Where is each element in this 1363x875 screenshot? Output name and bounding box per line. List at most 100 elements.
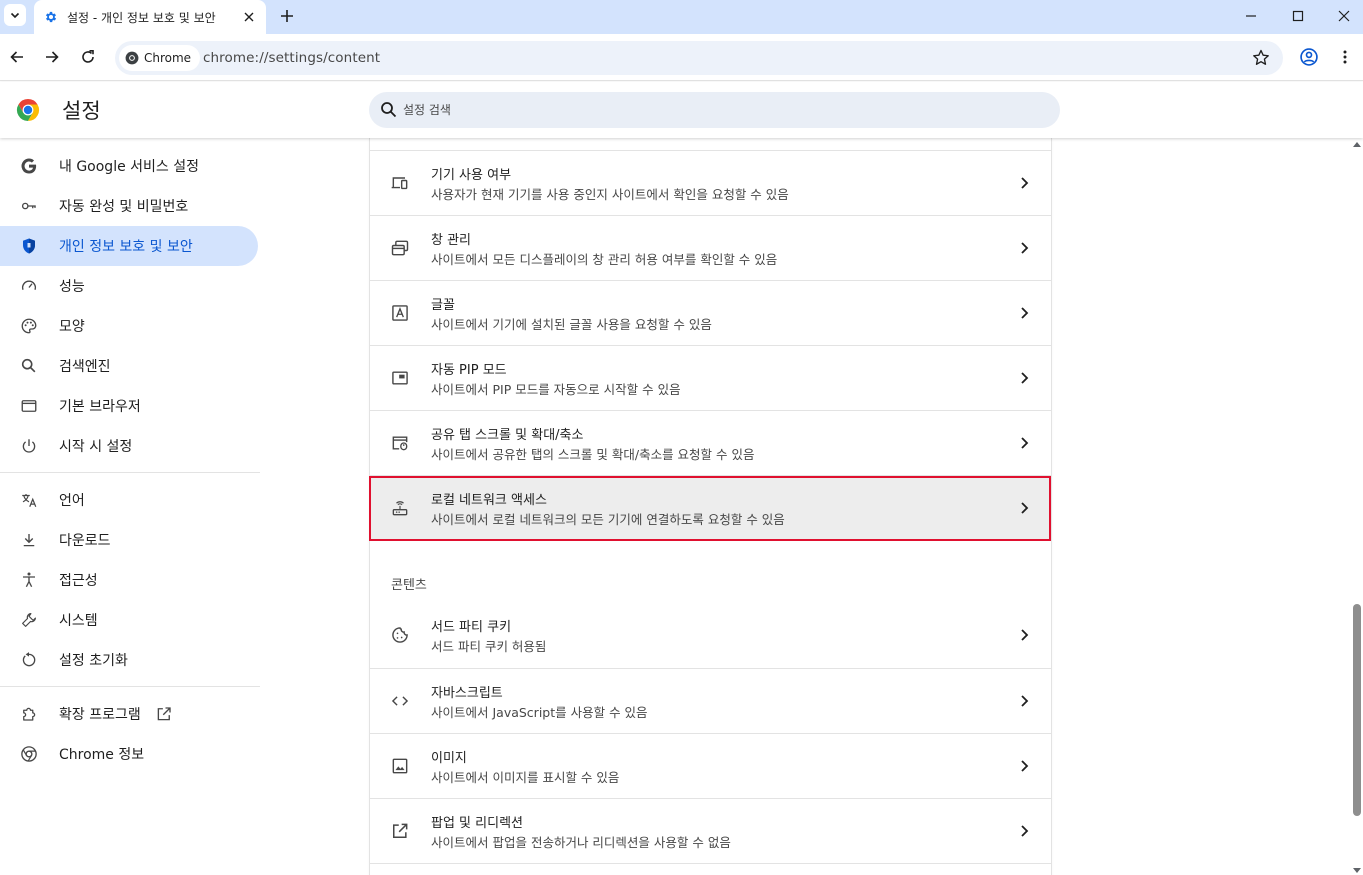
setting-row-images[interactable]: 이미지 사이트에서 이미지를 표시할 수 있음 (370, 733, 1051, 798)
picture-in-picture-icon (390, 368, 410, 388)
settings-search-input[interactable] (403, 92, 1003, 128)
site-info-chip[interactable]: Chrome (119, 45, 201, 71)
puzzle-icon (20, 705, 38, 723)
setting-row-auto-pip[interactable]: 자동 PIP 모드 사이트에서 PIP 모드를 자동으로 시작할 수 있음 (370, 345, 1051, 410)
browser-toolbar: Chrome chrome://settings/content (0, 34, 1363, 81)
reload-button[interactable] (75, 44, 101, 70)
setting-row-window-management[interactable]: 창 관리 사이트에서 모든 디스플레이의 창 관리 허용 여부를 확인할 수 있… (370, 215, 1051, 280)
window-close-button[interactable] (1321, 0, 1363, 32)
setting-row-popups-redirects[interactable]: 팝업 및 리디렉션 사이트에서 팝업을 전송하거나 리디렉션을 사용할 수 없음 (370, 798, 1051, 863)
chevron-right-icon (1014, 368, 1034, 388)
search-icon (20, 357, 38, 375)
sidebar-divider (0, 472, 260, 473)
tab-close-button[interactable] (240, 8, 258, 26)
sidebar-item-default-browser[interactable]: 기본 브라우저 (0, 386, 258, 426)
sidebar-item-accessibility[interactable]: 접근성 (0, 560, 258, 600)
setting-subtitle: 사이트에서 모든 디스플레이의 창 관리 허용 여부를 확인할 수 있음 (431, 252, 778, 267)
sidebar-item-search-engine[interactable]: 검색엔진 (0, 346, 258, 386)
sidebar-item-appearance[interactable]: 모양 (0, 306, 258, 346)
devices-icon (390, 173, 410, 193)
router-icon (390, 498, 410, 518)
setting-subtitle: 사이트에서 공유한 탭의 스크롤 및 확대/축소를 요청할 수 있음 (431, 447, 755, 462)
sidebar-item-performance[interactable]: 성능 (0, 266, 258, 306)
sidebar-item-reset[interactable]: 설정 초기화 (0, 640, 258, 680)
setting-title: 자바스크립트 (431, 686, 503, 701)
scroll-up-arrow[interactable] (1353, 142, 1361, 147)
setting-title: 이미지 (431, 751, 467, 766)
new-tab-button[interactable] (276, 5, 298, 27)
accessibility-icon (20, 571, 38, 589)
more-vert-icon (1343, 50, 1347, 64)
sidebar-item-on-startup[interactable]: 시작 시 설정 (0, 426, 258, 466)
setting-row-local-network-access[interactable]: 로컬 네트워크 액세스 사이트에서 로컬 네트워크의 모든 기기에 연결하도록 … (370, 475, 1051, 540)
setting-row-shared-tab-scroll-zoom[interactable]: 공유 탭 스크롤 및 확대/축소 사이트에서 공유한 탭의 스크롤 및 확대/축… (370, 410, 1051, 475)
tab-search-button[interactable] (4, 4, 26, 26)
chevron-right-icon (1014, 821, 1034, 841)
card-bottom-divider (370, 863, 1051, 875)
sidebar-item-google-services[interactable]: 내 Google 서비스 설정 (0, 146, 258, 186)
sidebar-item-system[interactable]: 시스템 (0, 600, 258, 640)
chrome-menu-button[interactable] (1332, 44, 1358, 70)
sidebar-item-about-chrome[interactable]: Chrome 정보 (0, 734, 258, 774)
setting-title: 창 관리 (431, 233, 472, 248)
scroll-down-arrow[interactable] (1353, 868, 1361, 873)
site-settings-card: 기기 사용 여부 사용자가 현재 기기를 사용 중인지 사이트에서 확인을 요청… (370, 138, 1051, 875)
chevron-right-icon (1014, 756, 1034, 776)
wrench-icon (20, 611, 38, 629)
chrome-logo-icon (125, 51, 139, 65)
omnibox[interactable]: Chrome chrome://settings/content (115, 41, 1283, 75)
chevron-right-icon (1014, 303, 1034, 323)
key-icon (20, 197, 38, 215)
setting-row-device-use[interactable]: 기기 사용 여부 사용자가 현재 기기를 사용 중인지 사이트에서 확인을 요청… (370, 150, 1051, 215)
image-icon (390, 756, 410, 776)
setting-title: 자동 PIP 모드 (431, 363, 507, 378)
chevron-right-icon (1014, 691, 1034, 711)
window-management-icon (390, 238, 410, 258)
setting-row-third-party-cookies[interactable]: 서드 파티 쿠키 서드 파티 쿠키 허용됨 (370, 603, 1051, 668)
maximize-button[interactable] (1275, 0, 1321, 32)
setting-subtitle: 사용자가 현재 기기를 사용 중인지 사이트에서 확인을 요청할 수 있음 (431, 187, 789, 202)
minimize-icon (1246, 15, 1256, 17)
arrow-left-icon (10, 51, 23, 63)
sidebar-item-label: 언어 (59, 493, 85, 509)
bookmark-star-icon[interactable] (1251, 48, 1271, 68)
translate-icon (20, 491, 38, 509)
setting-subtitle: 사이트에서 기기에 설치된 글꼴 사용을 요청할 수 있음 (431, 317, 712, 332)
tab-strip: 설정 - 개인 정보 보호 및 보안 (0, 0, 1363, 34)
sidebar-item-languages[interactable]: 언어 (0, 480, 258, 520)
font-icon (390, 303, 410, 323)
page-scrollbar[interactable] (1351, 138, 1363, 875)
sidebar-item-label: 접근성 (59, 573, 98, 589)
setting-subtitle: 사이트에서 이미지를 표시할 수 있음 (431, 770, 620, 785)
forward-button[interactable] (39, 44, 65, 70)
sidebar-item-label: 내 Google 서비스 설정 (59, 159, 199, 175)
speedometer-icon (20, 277, 38, 295)
palette-icon (20, 317, 38, 335)
setting-row-javascript[interactable]: 자바스크립트 사이트에서 JavaScript를 사용할 수 있음 (370, 668, 1051, 733)
sidebar-item-label: 검색엔진 (59, 359, 111, 375)
setting-subtitle: 사이트에서 팝업을 전송하거나 리디렉션을 사용할 수 없음 (431, 835, 731, 850)
plus-icon (281, 10, 293, 22)
sidebar-item-label: 다운로드 (59, 533, 111, 549)
sidebar-divider (0, 686, 260, 687)
sidebar-item-downloads[interactable]: 다운로드 (0, 520, 258, 560)
sidebar-item-autofill[interactable]: 자동 완성 및 비밀번호 (0, 186, 258, 226)
url-text[interactable]: chrome://settings/content (203, 50, 380, 66)
sidebar-item-label: 확장 프로그램 (59, 707, 141, 723)
setting-row-fonts[interactable]: 글꼴 사이트에서 기기에 설치된 글꼴 사용을 요청할 수 있음 (370, 280, 1051, 345)
setting-title: 공유 탭 스크롤 및 확대/축소 (431, 428, 584, 443)
settings-search-box[interactable] (369, 92, 1060, 128)
sidebar-item-label: 성능 (59, 279, 85, 295)
minimize-button[interactable] (1228, 0, 1274, 32)
chevron-right-icon (1014, 238, 1034, 258)
sidebar-item-label: 개인 정보 보호 및 보안 (59, 239, 193, 255)
back-button[interactable] (4, 44, 30, 70)
active-tab[interactable]: 설정 - 개인 정보 보호 및 보안 (34, 0, 266, 34)
profile-button[interactable] (1296, 44, 1322, 70)
scroll-thumb[interactable] (1353, 604, 1361, 816)
sidebar-item-privacy-security[interactable]: 개인 정보 보호 및 보안 (0, 226, 258, 266)
sidebar-item-extensions[interactable]: 확장 프로그램 (0, 694, 258, 734)
setting-subtitle: 사이트에서 PIP 모드를 자동으로 시작할 수 있음 (431, 382, 681, 397)
gear-icon (44, 10, 58, 24)
sidebar-item-label: Chrome 정보 (59, 747, 145, 763)
